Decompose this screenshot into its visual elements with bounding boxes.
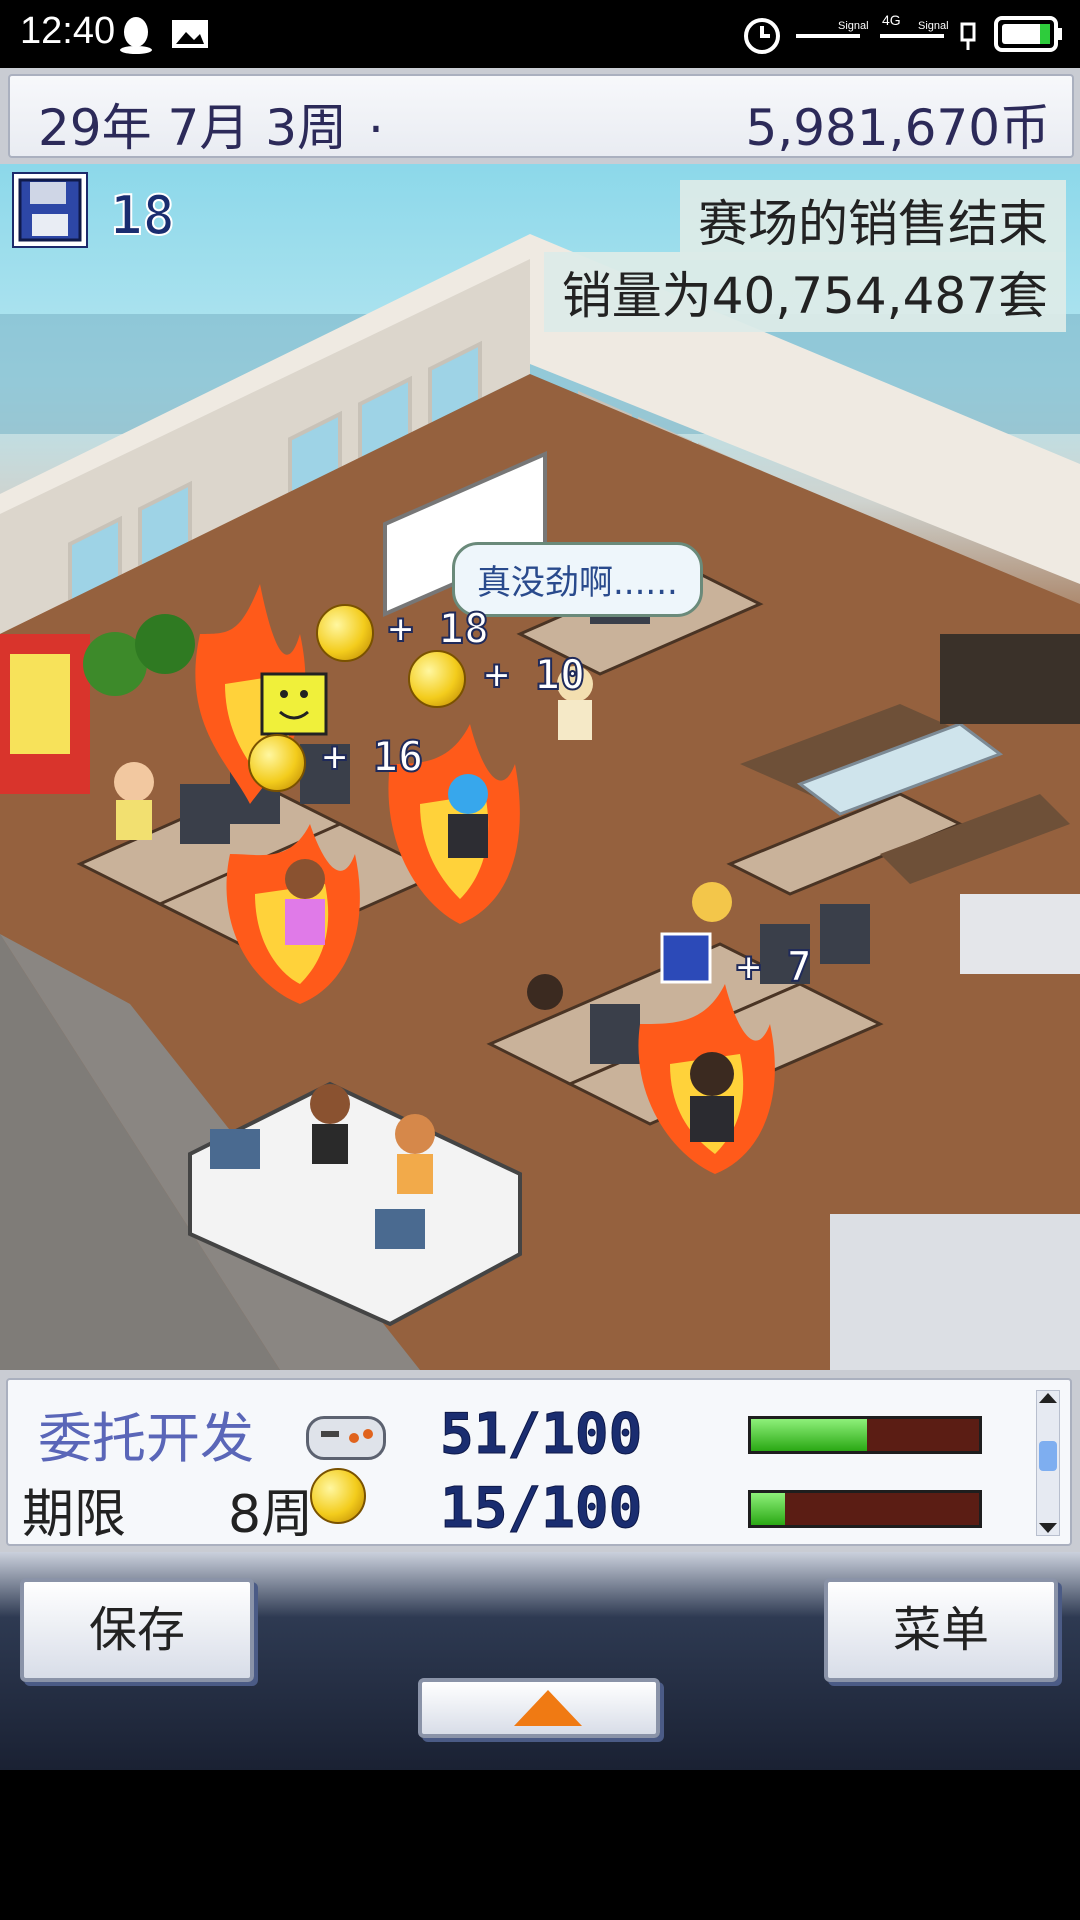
popup-plus-18: + 18 [387,603,490,654]
scroll-up-icon[interactable] [1037,1391,1059,1405]
bottom-controls: 保存 菜单 [0,1552,1080,1770]
charging-icon [960,22,976,50]
alarm-icon [744,18,780,54]
expand-button[interactable] [418,1678,660,1738]
floppy-disk-icon [18,178,82,242]
screen-footer [0,1770,1080,1920]
deadline-label: 期限 [22,1485,127,1545]
header-panel: 29年 7月 3周 . 5,981,670币 [8,74,1074,158]
progress-bar-1 [748,1416,982,1454]
disk-count: 18 [109,183,176,248]
status-time: 12:40 [20,10,116,52]
office-scene[interactable]: 18 赛场的销售结束 销量为40,754,487套 真没劲啊...... + 1… [0,164,1080,1370]
speech-bubble: 真没劲啊...... [452,542,703,617]
up-arrow-icon [514,1690,582,1726]
popup-plus-16: + 16 [321,731,424,782]
network-label: 4G [882,12,901,28]
notice-line-1: 赛场的销售结束 [680,180,1066,260]
popup-plus-7: + 7 [735,941,813,992]
gamepad-icon [306,1416,386,1460]
status-bar: 12:40 Signal 4G Signal [0,0,1080,68]
progress-2-value: 15/100 [439,1476,643,1542]
deadline-weeks: 8周 [228,1485,314,1545]
game-header: 29年 7月 3周 . 5,981,670币 [0,68,1080,164]
panel-scrollbar[interactable] [1036,1390,1060,1536]
progress-bar-2-fill [751,1493,786,1525]
progress-bar-1-fill [751,1419,868,1451]
battery-icon [994,16,1062,52]
popup-plus-10: + 10 [483,649,586,700]
money-display: 5,981,670币 [745,99,1050,157]
coin-icon [248,734,306,792]
progress-1-value: 51/100 [439,1402,643,1468]
project-panel: 委托开发 期限 8周 51/100 15/100 [0,1370,1080,1552]
save-button[interactable]: 保存 [20,1578,254,1682]
scroll-thumb[interactable] [1039,1441,1057,1471]
office-illustration [0,234,1080,1370]
project-panel-inner: 委托开发 期限 8周 51/100 15/100 [6,1378,1072,1546]
coin-icon [408,650,466,708]
coin-icon [310,1468,366,1524]
notice-line-2: 销量为40,754,487套 [543,252,1066,332]
image-icon [172,20,208,48]
progress-bar-2 [748,1490,982,1528]
qq-icon [120,17,152,54]
date-dot: . [368,86,384,144]
menu-button[interactable]: 菜单 [824,1578,1058,1682]
game-date: 29年 7月 3周 [38,99,348,157]
disk-counter-icon-box [12,172,88,248]
scroll-down-icon[interactable] [1037,1521,1059,1535]
coin-icon [316,604,374,662]
project-title: 委托开发 [38,1407,254,1470]
